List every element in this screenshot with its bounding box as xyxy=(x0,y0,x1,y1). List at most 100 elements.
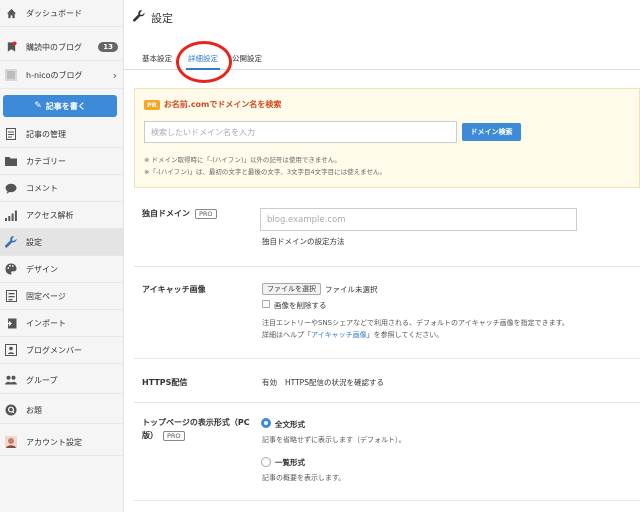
sidebar-item-label: アクセス解析 xyxy=(26,210,74,220)
domain-note-1: ※ ドメイン取得時に「-(ハイフン)」以外の記号は使用できません。 xyxy=(144,156,341,164)
help-text-suffix: 」を参照してください。 xyxy=(366,331,444,339)
sidebar-item-topic[interactable]: お題 xyxy=(0,397,123,424)
tab-basic-settings[interactable]: 基本設定 xyxy=(142,53,172,64)
sidebar-item-label: カテゴリー xyxy=(26,156,66,166)
promo-title: お名前.comでドメイン名を検索 xyxy=(163,100,282,109)
sidebar: ダッシュボード 購読中のブログ 13 h-nicoのブログ › ✎ 記事を書く … xyxy=(0,0,124,512)
highlight-circle-annotation xyxy=(176,41,232,83)
top-display-label: トップページの表示形式（PC xyxy=(142,417,250,428)
sidebar-item-subscribed-blogs[interactable]: 購読中のブログ 13 xyxy=(0,34,123,61)
top-display-label-line1: トップページの表示形式（PC xyxy=(142,418,250,427)
domain-note-2: ※「-(ハイフン)」は、最初の文字と最後の文字、3文字目4文字目には使えません。 xyxy=(144,168,386,176)
pr-badge: PR xyxy=(144,99,160,110)
row-divider xyxy=(134,500,640,501)
write-article-label: 記事を書く xyxy=(45,101,86,111)
file-status-text: ファイル未選択 xyxy=(325,285,378,294)
https-label: HTTPS配信 xyxy=(142,377,187,388)
list-format-description: 記事の概要を表示します。 xyxy=(262,474,346,482)
https-label-text: HTTPS配信 xyxy=(142,378,188,387)
comment-icon xyxy=(5,182,17,194)
https-check-link[interactable]: HTTPS配信の状況を確認する xyxy=(285,377,384,388)
sidebar-item-label: コメント xyxy=(26,183,58,193)
list-format-option-label: 一覧形式 xyxy=(275,458,305,467)
sidebar-item-settings[interactable]: 設定 xyxy=(0,229,123,256)
help-text-prefix: 詳細はヘルプ「 xyxy=(262,331,311,339)
eyecatch-description: 注目エントリーやSNSシェアなどで利用される、デフォルトのアイキャッチ画像を指定… xyxy=(262,319,569,327)
sidebar-item-article-management[interactable]: 記事の管理 xyxy=(0,121,123,148)
pro-badge: PRO xyxy=(195,208,217,219)
account-avatar-icon xyxy=(5,436,17,448)
bookmark-icon xyxy=(5,41,17,53)
sidebar-item-label: h-nicoのブログ xyxy=(26,70,83,80)
eyecatch-help-link[interactable]: アイキャッチ画像 xyxy=(311,331,367,339)
page-title: 設定 xyxy=(133,10,173,26)
https-status: 有効 xyxy=(262,378,277,387)
sidebar-item-label: お題 xyxy=(26,405,42,415)
full-text-option-label: 全文形式 xyxy=(275,420,305,429)
sidebar-item-label: アカウント設定 xyxy=(26,437,82,447)
pro-badge: PRO xyxy=(163,430,185,441)
sidebar-item-label: グループ xyxy=(26,375,58,385)
page-icon xyxy=(5,290,17,302)
sidebar-item-account-settings[interactable]: アカウント設定 xyxy=(0,429,123,456)
sidebar-item-label: 購読中のブログ xyxy=(26,42,82,52)
tab-publish-settings[interactable]: 公開設定 xyxy=(232,53,262,64)
sidebar-item-my-blog[interactable]: h-nicoのブログ › xyxy=(0,62,123,89)
import-icon xyxy=(5,317,17,329)
chevron-right-icon: › xyxy=(112,68,117,82)
full-text-description: 記事を省略せずに表示します（デフォルト）。 xyxy=(262,436,406,444)
row-divider xyxy=(134,402,640,403)
eyecatch-label: アイキャッチ画像 xyxy=(142,284,206,295)
domain-search-promo: PR お名前.comでドメイン名を検索 ドメイン検索 ※ ドメイン取得時に「-(… xyxy=(134,88,640,188)
row-divider xyxy=(134,358,640,359)
row-divider xyxy=(134,266,640,267)
file-select-button[interactable]: ファイルを選択 xyxy=(262,283,321,295)
write-article-button[interactable]: ✎ 記事を書く xyxy=(3,95,117,117)
group-icon xyxy=(5,374,17,386)
list-format-radio[interactable] xyxy=(261,457,271,467)
sidebar-item-label: デザイン xyxy=(26,264,58,274)
promo-header: PR お名前.comでドメイン名を検索 xyxy=(144,99,281,110)
domain-search-button[interactable]: ドメイン検索 xyxy=(462,123,521,141)
palette-icon xyxy=(5,263,17,275)
eyecatch-label-text: アイキャッチ画像 xyxy=(142,285,206,294)
sidebar-item-import[interactable]: インポート xyxy=(0,310,123,337)
blog-avatar-icon xyxy=(5,69,17,81)
full-text-radio[interactable] xyxy=(261,418,271,428)
sidebar-item-label: ブログメンバー xyxy=(26,345,82,355)
top-display-label-line2: 版） xyxy=(142,431,158,440)
wrench-icon xyxy=(5,236,17,248)
page-title-text: 設定 xyxy=(151,12,173,25)
custom-domain-input[interactable] xyxy=(260,208,577,231)
sidebar-item-dashboard[interactable]: ダッシュボード xyxy=(0,0,123,27)
bar-chart-icon xyxy=(5,209,17,221)
sidebar-item-group[interactable]: グループ xyxy=(0,367,123,394)
sidebar-item-category[interactable]: カテゴリー xyxy=(0,148,123,175)
sidebar-item-label: 設定 xyxy=(26,237,42,247)
sidebar-item-design[interactable]: デザイン xyxy=(0,256,123,283)
sidebar-item-blog-members[interactable]: ブログメンバー xyxy=(0,337,123,364)
top-display-label-row2: 版） PRO xyxy=(142,430,185,441)
document-icon xyxy=(5,128,17,140)
delete-image-label: 画像を削除する xyxy=(274,301,327,310)
members-icon xyxy=(5,344,17,356)
sidebar-item-fixed-page[interactable]: 固定ページ xyxy=(0,283,123,310)
delete-image-checkbox[interactable] xyxy=(262,300,270,308)
unread-count-badge: 13 xyxy=(98,42,118,52)
home-icon xyxy=(5,7,17,19)
custom-domain-help-link[interactable]: 独自ドメインの設定方法 xyxy=(262,236,345,247)
custom-domain-label: 独自ドメイン PRO xyxy=(142,208,217,219)
wrench-icon xyxy=(133,10,145,26)
sidebar-item-label: ダッシュボード xyxy=(26,8,82,18)
sidebar-item-analytics[interactable]: アクセス解析 xyxy=(0,202,123,229)
sidebar-item-label: 固定ページ xyxy=(26,291,66,301)
eyecatch-help-text: 詳細はヘルプ「アイキャッチ画像」を参照してください。 xyxy=(262,330,443,340)
folder-icon xyxy=(5,155,17,167)
sidebar-item-label: インポート xyxy=(26,318,66,328)
settings-main: 設定 基本設定 詳細設定 公開設定 PR お名前.comでドメイン名を検索 ドメ… xyxy=(124,0,640,512)
domain-search-input[interactable] xyxy=(144,121,457,143)
topic-icon xyxy=(5,404,17,416)
sidebar-item-comment[interactable]: コメント xyxy=(0,175,123,202)
custom-domain-label-text: 独自ドメイン xyxy=(142,209,190,218)
sidebar-item-label: 記事の管理 xyxy=(26,129,66,139)
